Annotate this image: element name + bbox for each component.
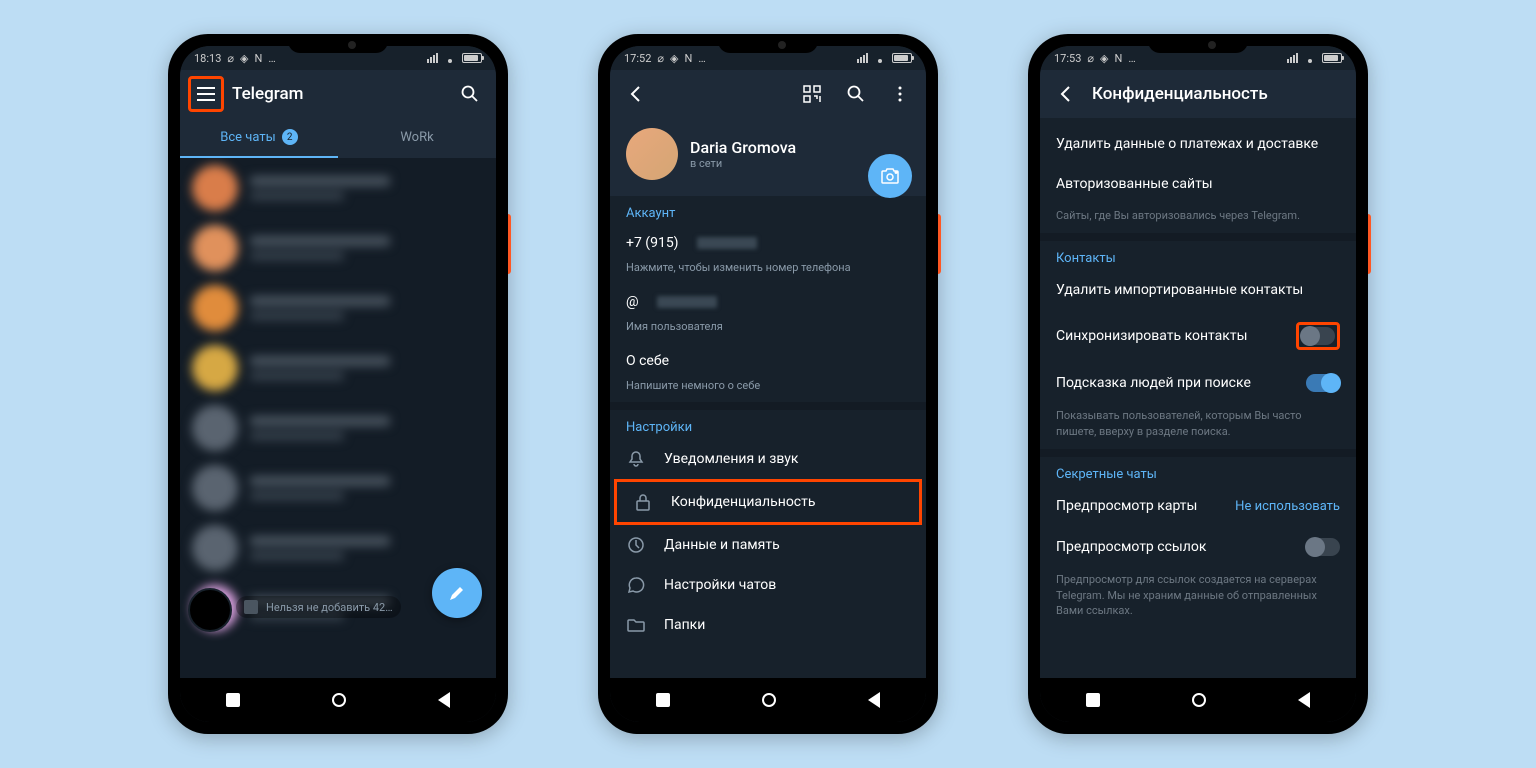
recents-button[interactable]: [656, 693, 670, 707]
row-sync-contacts[interactable]: Синхронизировать контакты: [1040, 310, 1356, 362]
section-secret-chats: Секретные чаты: [1040, 457, 1356, 486]
set-photo-fab[interactable]: [868, 154, 912, 198]
settings-privacy[interactable]: Конфиденциальность: [614, 479, 922, 525]
bell-icon: [626, 449, 646, 469]
row-auth-sites[interactable]: Авторизованные сайты: [1040, 164, 1356, 204]
app-indicator-icon: N: [255, 52, 263, 65]
story-hint: Нельзя не добавить 42…: [236, 596, 401, 618]
android-navbar: [610, 678, 926, 722]
chat-list[interactable]: Нельзя не добавить 42…: [180, 158, 496, 678]
settings-notifications[interactable]: Уведомления и звук: [610, 439, 926, 479]
settings-chat[interactable]: Настройки чатов: [610, 565, 926, 605]
recents-button[interactable]: [1086, 693, 1100, 707]
section-contacts: Контакты: [1040, 241, 1356, 270]
phone-frame-3: 17:53 ⌀◈N… Конфиденциальность Удалить да…: [1028, 34, 1368, 734]
search-icon[interactable]: [838, 76, 874, 112]
home-button[interactable]: [762, 693, 776, 707]
mute-icon: ⌀: [227, 52, 234, 65]
row-delete-contacts[interactable]: Удалить импортированные контакты: [1040, 270, 1356, 310]
story-bubble[interactable]: [188, 588, 232, 632]
account-phone-row[interactable]: +7 (915): [610, 225, 926, 261]
telegram-indicator-icon: ◈: [240, 52, 248, 65]
folder-icon: [626, 615, 646, 635]
toggle-sync-contacts[interactable]: [1301, 327, 1335, 345]
app-title: Telegram: [232, 84, 444, 104]
recents-button[interactable]: [226, 693, 240, 707]
row-map-preview[interactable]: Предпросмотр карты Не использовать: [1040, 486, 1356, 526]
menu-button[interactable]: [188, 76, 224, 112]
battery-icon: [1322, 53, 1342, 63]
signal-icon: [857, 53, 868, 63]
profile-name: Daria Gromova: [690, 138, 796, 157]
settings-folders[interactable]: Папки: [610, 605, 926, 645]
status-time: 17:52: [624, 52, 651, 65]
section-account: Аккаунт: [610, 196, 926, 225]
android-navbar: [180, 678, 496, 722]
tab-all-chats[interactable]: Все чаты 2: [180, 118, 338, 158]
home-button[interactable]: [1192, 693, 1206, 707]
tab-badge: 2: [282, 129, 298, 145]
lock-icon: [633, 492, 653, 512]
back-button[interactable]: [868, 692, 880, 708]
row-suggest-people[interactable]: Подсказка людей при поиске: [1040, 362, 1356, 404]
back-arrow-button[interactable]: [618, 76, 654, 112]
more-menu-icon[interactable]: [882, 76, 918, 112]
avatar[interactable]: [626, 128, 678, 180]
android-navbar: [1040, 678, 1356, 722]
redacted-username: [657, 296, 717, 308]
home-button[interactable]: [332, 693, 346, 707]
signal-icon: [1287, 53, 1298, 63]
signal-icon: [427, 53, 438, 63]
row-link-preview[interactable]: Предпросмотр ссылок: [1040, 526, 1356, 568]
page-title: Конфиденциальность: [1092, 84, 1348, 104]
section-settings: Настройки: [610, 410, 926, 439]
qr-icon[interactable]: [794, 76, 830, 112]
wifi-icon: [444, 53, 456, 63]
more-indicator: …: [268, 52, 275, 65]
phone-frame-1: 18:13 ⌀ ◈ N … Telegram Все чаты: [168, 34, 508, 734]
profile-status: в сети: [690, 157, 796, 170]
compose-fab[interactable]: [432, 568, 482, 618]
status-time: 18:13: [194, 52, 221, 65]
toggle-link-preview[interactable]: [1306, 538, 1340, 556]
data-icon: [626, 535, 646, 555]
battery-icon: [892, 53, 912, 63]
back-button[interactable]: [1298, 692, 1310, 708]
wifi-icon: [1304, 53, 1316, 63]
wifi-icon: [874, 53, 886, 63]
status-time: 17:53: [1054, 52, 1081, 65]
chat-icon: [626, 575, 646, 595]
settings-data[interactable]: Данные и память: [610, 525, 926, 565]
redacted-phone: [697, 237, 757, 249]
phone-frame-2: 17:52 ⌀◈N…: [598, 34, 938, 734]
back-arrow-button[interactable]: [1048, 76, 1084, 112]
account-username-row[interactable]: @: [610, 284, 926, 320]
search-icon[interactable]: [452, 76, 488, 112]
back-button[interactable]: [438, 692, 450, 708]
account-bio-row[interactable]: О себе: [610, 343, 926, 379]
tab-work[interactable]: WoRk: [338, 118, 496, 158]
row-delete-payments[interactable]: Удалить данные о платежах и доставке: [1040, 124, 1356, 164]
toggle-suggest-people[interactable]: [1306, 374, 1340, 392]
battery-icon: [462, 53, 482, 63]
